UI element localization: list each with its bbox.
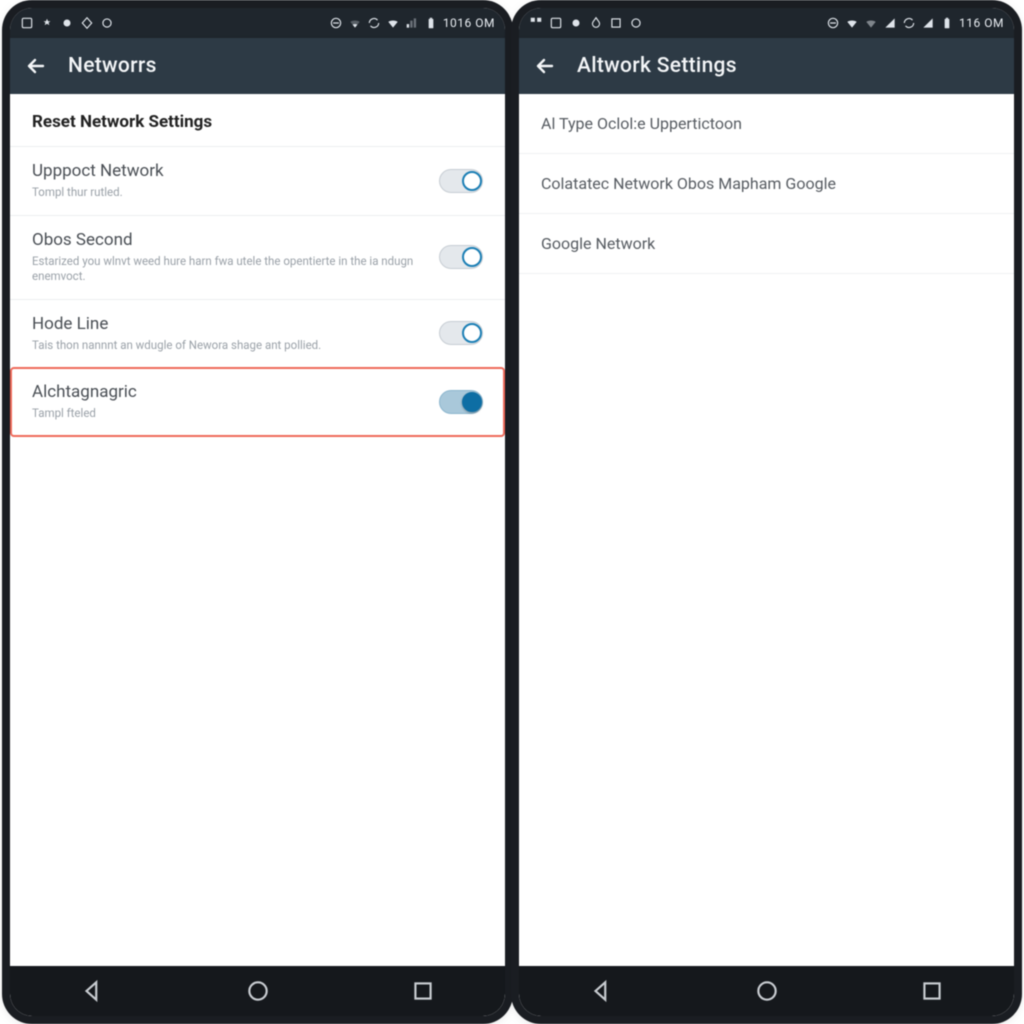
toggle-switch[interactable] (439, 321, 483, 345)
ring-icon (629, 16, 643, 30)
setting-row-alchtagnagric[interactable]: Alchtagnagric Tampl fteled (10, 367, 505, 437)
wifi-icon (845, 16, 859, 30)
status-bar: 1016 OM (10, 8, 505, 38)
status-left-icons (529, 16, 643, 30)
toggle-switch[interactable] (439, 169, 483, 193)
ring-icon (100, 16, 114, 30)
settings-list[interactable]: Reset Network Settings Upppoct Network T… (10, 94, 505, 966)
nav-recent-button[interactable] (919, 978, 945, 1004)
nav-home-button[interactable] (245, 978, 271, 1004)
nav-bar (10, 966, 505, 1016)
battery-icon (424, 16, 438, 30)
back-button[interactable] (533, 54, 557, 78)
signal-icon (883, 16, 897, 30)
page-title: Networrs (68, 54, 157, 78)
page-title: Altwork Settings (577, 54, 737, 78)
sync-icon (902, 16, 916, 30)
box-icon (20, 16, 34, 30)
nav-back-button[interactable] (80, 978, 106, 1004)
grid-icon (529, 16, 543, 30)
circle-icon (60, 16, 74, 30)
back-button[interactable] (24, 54, 48, 78)
app-bar: Altwork Settings (519, 38, 1014, 94)
setting-row-upppoct[interactable]: Upppoct Network Tompl thur rutled. (10, 146, 505, 215)
phone-left: 1016 OM Networrs Reset Network Settings … (10, 8, 505, 1016)
list-item[interactable]: Google Network (519, 214, 1014, 274)
box-icon (549, 16, 563, 30)
status-right-icons: 1016 OM (329, 16, 495, 30)
nav-bar (519, 966, 1014, 1016)
wifi-icon-2 (864, 16, 878, 30)
setting-title: Obos Second (32, 230, 425, 250)
setting-subtitle: Tompl thur rutled. (32, 185, 425, 201)
signal-icon (405, 16, 419, 30)
wifi-weak-icon (348, 16, 362, 30)
do-not-disturb-icon (329, 16, 343, 30)
battery-icon (940, 16, 954, 30)
setting-subtitle: Tampl fteled (32, 406, 425, 422)
nav-back-button[interactable] (589, 978, 615, 1004)
status-right-icons: 116 OM (826, 16, 1004, 30)
status-left-icons (20, 16, 114, 30)
status-clock: 1016 OM (443, 16, 495, 30)
phone-right: 116 OM Altwork Settings Al Type Oclol:e … (519, 8, 1014, 1016)
section-header: Reset Network Settings (10, 94, 505, 146)
setting-row-obos[interactable]: Obos Second Estarized you wlnvt weed hur… (10, 215, 505, 299)
nav-home-button[interactable] (754, 978, 780, 1004)
setting-subtitle: Tais thon nannnt an wdugle of Newora sha… (32, 338, 425, 354)
setting-title: Upppoct Network (32, 161, 425, 181)
do-not-disturb-icon (826, 16, 840, 30)
circle-icon (569, 16, 583, 30)
diamond-icon (80, 16, 94, 30)
setting-row-hode[interactable]: Hode Line Tais thon nannnt an wdugle of … (10, 299, 505, 368)
square-icon (609, 16, 623, 30)
signal-full-icon (921, 16, 935, 30)
app-bar: Networrs (10, 38, 505, 94)
setting-title: Alchtagnagric (32, 382, 425, 402)
wifi-icon (386, 16, 400, 30)
location-icon (40, 16, 54, 30)
settings-list[interactable]: Al Type Oclol:e Uppertictoon Colatatec N… (519, 94, 1014, 966)
setting-subtitle: Estarized you wlnvt weed hure harn fwa u… (32, 254, 425, 285)
sync-icon (367, 16, 381, 30)
status-bar: 116 OM (519, 8, 1014, 38)
nav-recent-button[interactable] (410, 978, 436, 1004)
toggle-switch[interactable] (439, 390, 483, 414)
toggle-switch[interactable] (439, 245, 483, 269)
setting-title: Hode Line (32, 314, 425, 334)
list-item[interactable]: Colatatec Network Obos Mapham Google (519, 154, 1014, 214)
status-clock: 116 OM (959, 16, 1004, 30)
list-item[interactable]: Al Type Oclol:e Uppertictoon (519, 94, 1014, 154)
drop-icon (589, 16, 603, 30)
